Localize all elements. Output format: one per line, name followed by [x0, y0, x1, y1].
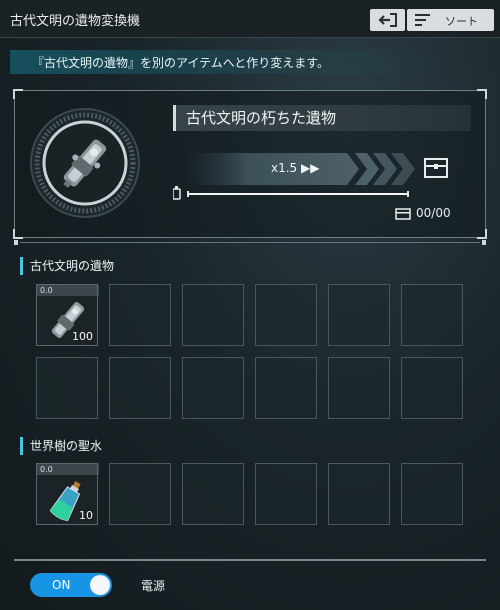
toggle-knob [90, 575, 110, 595]
sort-icon [415, 14, 430, 26]
inventory-slot-empty[interactable] [182, 284, 244, 346]
inventory-slot-empty[interactable] [109, 357, 171, 419]
frame-corner [477, 89, 487, 99]
slot-quantity: 10 [79, 509, 93, 522]
item-portrait [30, 108, 140, 218]
title-bar: 古代文明の遺物変換機 ソート [0, 0, 500, 38]
inventory-slot-empty[interactable] [182, 357, 244, 419]
inventory-slot-empty[interactable] [401, 357, 463, 419]
output-count: 00/00 [416, 206, 451, 220]
divider [14, 240, 486, 245]
sort-label: ソート [445, 15, 478, 28]
inventory-slot[interactable]: 0.0 100 [36, 284, 99, 346]
sort-button[interactable]: ソート [407, 9, 494, 31]
converter-panel: 古代文明の朽ちた遺物 x1.5 ▶▶ 00/00 [13, 89, 487, 239]
frame-corner [13, 229, 23, 239]
power-toggle-label: ON [52, 578, 71, 592]
inventory-slot-empty[interactable] [328, 463, 390, 525]
inventory-slot[interactable]: 0.0 10 [36, 463, 99, 525]
inventory-slot-empty[interactable] [401, 284, 463, 346]
section-title-holy-water: 世界樹の聖水 [20, 437, 102, 455]
chest-icon [424, 158, 448, 178]
frame-corner [477, 229, 487, 239]
inventory-slot-empty[interactable] [36, 357, 98, 419]
power-toggle[interactable]: ON [30, 573, 112, 597]
inventory-slot-empty[interactable] [255, 284, 317, 346]
back-button[interactable] [370, 9, 405, 31]
window-title: 古代文明の遺物変換機 [10, 14, 141, 29]
small-chest-icon [395, 208, 411, 220]
section-title-relics: 古代文明の遺物 [20, 257, 114, 275]
inventory-slot-empty[interactable] [328, 284, 390, 346]
item-name: 古代文明の朽ちた遺物 [173, 105, 471, 131]
speed-multiplier: x1.5 ▶▶ [271, 161, 320, 175]
slot-level: 0.0 [37, 464, 99, 475]
frame-corner [13, 89, 23, 99]
bottom-divider [14, 559, 486, 561]
inventory-slot-empty[interactable] [401, 463, 463, 525]
conversion-progress [173, 186, 409, 200]
inventory-slot-empty[interactable] [109, 284, 171, 346]
power-label: 電源 [141, 579, 166, 593]
description-banner: 『古代文明の遺物』を別のアイテムへと作り変えます。 [10, 50, 430, 74]
exit-icon [377, 13, 397, 27]
inventory-slot-empty[interactable] [109, 463, 171, 525]
slot-quantity: 100 [72, 330, 93, 343]
inventory-slot-empty[interactable] [255, 357, 317, 419]
slot-level: 0.0 [37, 285, 99, 296]
inventory-slot-empty[interactable] [255, 463, 317, 525]
inventory-slot-empty[interactable] [328, 357, 390, 419]
inventory-slot-empty[interactable] [182, 463, 244, 525]
